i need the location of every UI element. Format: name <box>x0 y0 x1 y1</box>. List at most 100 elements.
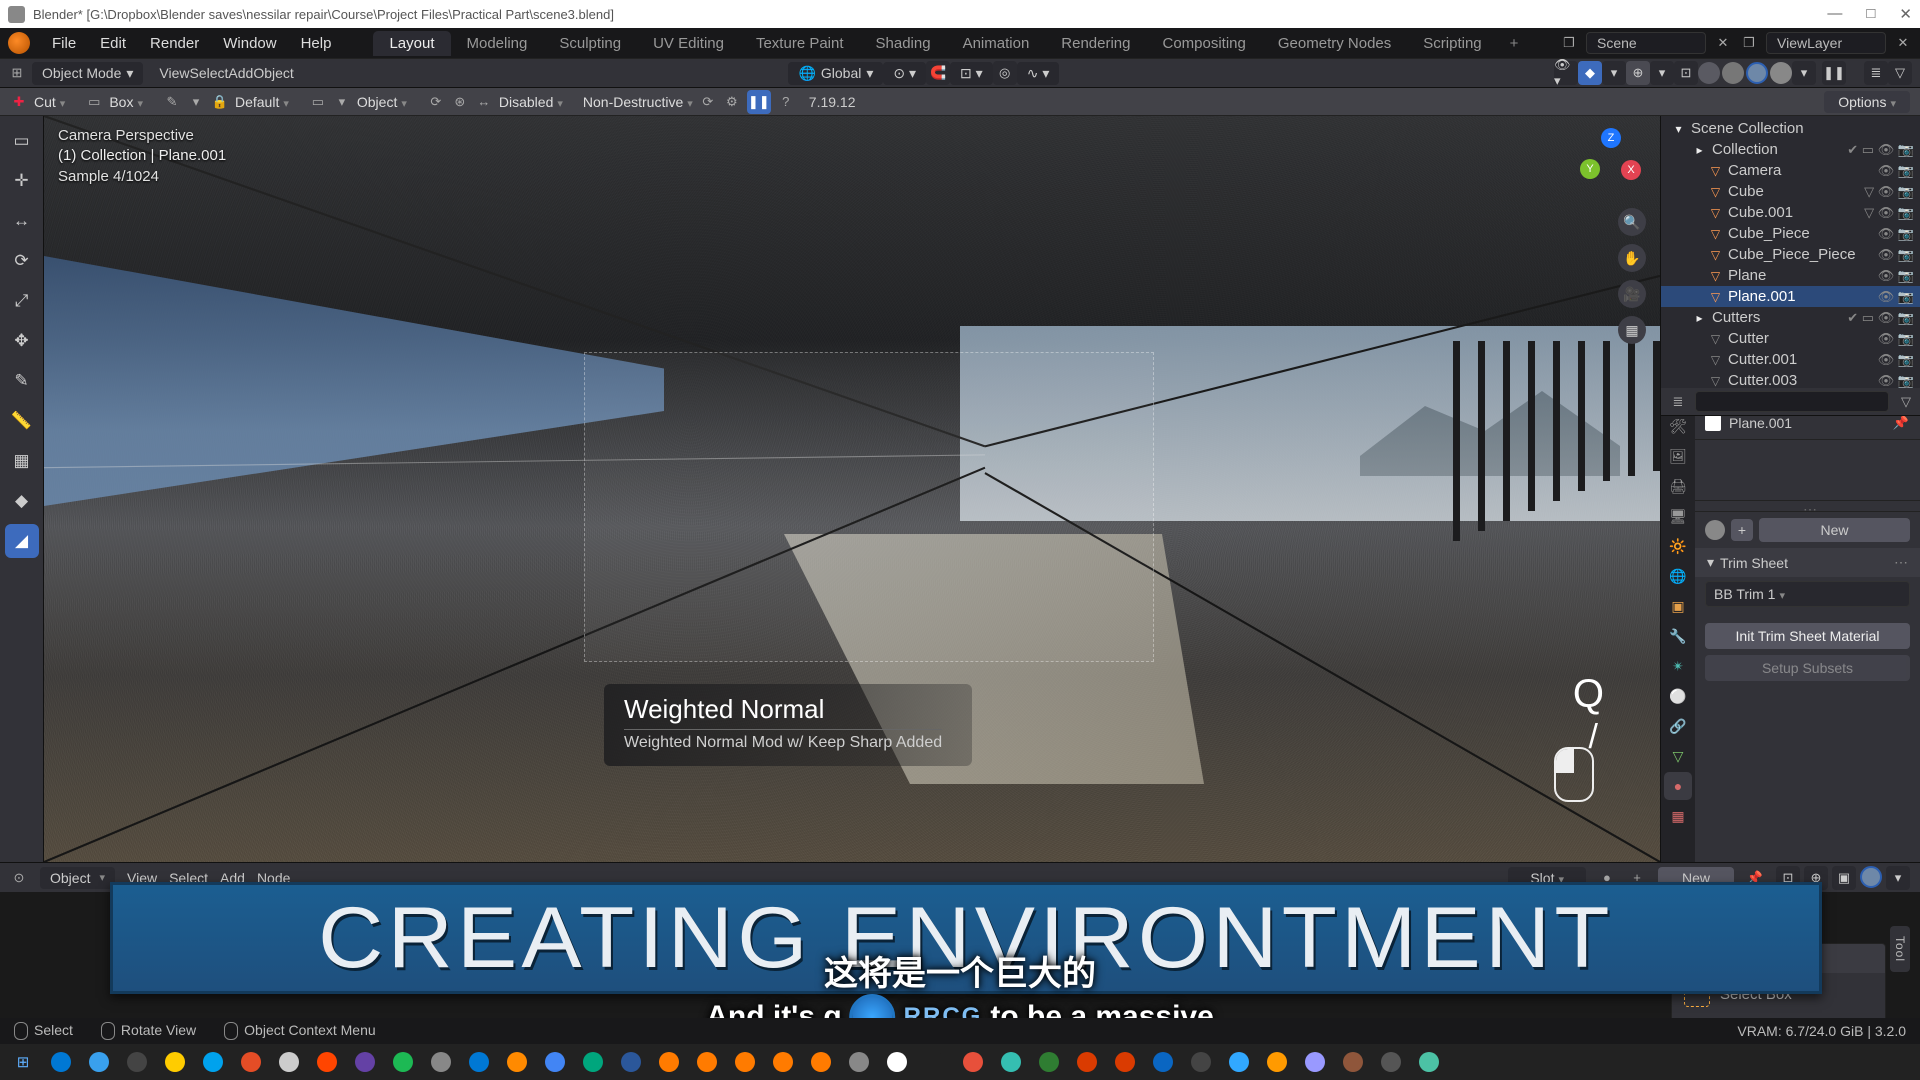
zoom-icon[interactable]: 🔍 <box>1618 208 1646 236</box>
add-workspace-button[interactable]: + <box>1498 31 1531 56</box>
taskbar-app-27[interactable] <box>1070 1047 1104 1077</box>
outliner-filter-icon[interactable]: ▽ <box>1888 61 1912 85</box>
panel-trim-sheet-header[interactable]: ▾ Trim Sheet ⋯ <box>1695 548 1920 577</box>
axis-x-icon[interactable]: X <box>1621 160 1641 180</box>
outliner-toggles[interactable]: 👁 📷 <box>1878 289 1914 305</box>
view-menu[interactable]: View <box>159 65 189 81</box>
tab-uv-editing[interactable]: UV Editing <box>637 31 740 56</box>
outliner-scene-collection[interactable]: ▾ Scene Collection <box>1661 118 1920 139</box>
start-button[interactable]: ⊞ <box>6 1047 40 1077</box>
camera-icon[interactable]: 🎥 <box>1618 280 1646 308</box>
panel-menu-icon[interactable]: ⋯ <box>1894 554 1908 571</box>
axis-z-icon[interactable]: Z <box>1601 128 1621 148</box>
object-menu[interactable]: Object <box>253 65 293 81</box>
taskbar-app-33[interactable] <box>1298 1047 1332 1077</box>
ptab-mesh[interactable]: ▽ <box>1664 742 1692 770</box>
tool-transform[interactable]: ✥ <box>5 324 39 358</box>
outliner-toggles[interactable]: ▽ 👁 📷 <box>1864 184 1914 200</box>
outliner-toggles[interactable]: 👁 📷 <box>1878 268 1914 284</box>
tool-hops[interactable]: ◆ <box>5 484 39 518</box>
tab-scripting[interactable]: Scripting <box>1407 31 1497 56</box>
bc-axis2-icon[interactable]: ▾ <box>333 93 351 111</box>
taskbar-app-10[interactable] <box>424 1047 458 1077</box>
taskbar-app-24[interactable] <box>956 1047 990 1077</box>
tab-animation[interactable]: Animation <box>947 31 1046 56</box>
tab-geometry-nodes[interactable]: Geometry Nodes <box>1262 31 1407 56</box>
bc-gear-icon[interactable]: ⚙ <box>723 93 741 111</box>
taskbar-app-36[interactable] <box>1412 1047 1446 1077</box>
shading-rendered[interactable] <box>1770 62 1792 84</box>
ptab-material[interactable]: ● <box>1664 772 1692 800</box>
taskbar-app-26[interactable] <box>1032 1047 1066 1077</box>
bc-help-icon[interactable]: ? <box>777 93 795 111</box>
tab-sculpting[interactable]: Sculpting <box>543 31 637 56</box>
npanel-tab-tool[interactable]: Tool <box>1890 926 1910 972</box>
taskbar-app-25[interactable] <box>994 1047 1028 1077</box>
shading-material[interactable] <box>1746 62 1768 84</box>
taskbar-app-29[interactable] <box>1146 1047 1180 1077</box>
menu-edit[interactable]: Edit <box>88 35 138 52</box>
outliner-toggles[interactable]: 👁 📷 <box>1878 226 1914 242</box>
bc-tool-icon[interactable]: ✚ <box>10 93 28 111</box>
overlay-options[interactable]: ▾ <box>1650 61 1674 85</box>
tool-annotate[interactable]: ✎ <box>5 364 39 398</box>
panel-grip-icon[interactable]: ⋯ <box>1803 501 1817 518</box>
viewport-3d[interactable]: Camera Perspective (1) Collection | Plan… <box>44 116 1660 862</box>
outliner-item-collection[interactable]: ▸Collection✔ ▭ 👁 📷 <box>1661 139 1920 160</box>
menu-help[interactable]: Help <box>289 35 344 52</box>
outliner-item-cube_piece[interactable]: ▽Cube_Piece👁 📷 <box>1661 223 1920 244</box>
taskbar-app-22[interactable] <box>880 1047 914 1077</box>
ptab-modifiers[interactable]: 🔧 <box>1664 622 1692 650</box>
taskbar-app-18[interactable] <box>728 1047 762 1077</box>
taskbar-app-11[interactable] <box>462 1047 496 1077</box>
taskbar-app-4[interactable] <box>196 1047 230 1077</box>
taskbar-app-2[interactable] <box>120 1047 154 1077</box>
orientation-dropdown[interactable]: 🌐 Global ▾ <box>788 62 883 85</box>
tab-shading[interactable]: Shading <box>860 31 947 56</box>
taskbar-app-8[interactable] <box>348 1047 382 1077</box>
proportional-mode[interactable]: ∿ ▾ <box>1017 62 1060 85</box>
outliner-item-cutter-001[interactable]: ▽Cutter.001👁 📷 <box>1661 349 1920 370</box>
ptab-render[interactable]: 🖼 <box>1664 442 1692 470</box>
tool-boxcutter[interactable]: ◢ <box>5 524 39 558</box>
shader-options-icon[interactable]: ▾ <box>1886 866 1910 890</box>
outliner-toggles[interactable]: ▽ 👁 📷 <box>1864 205 1914 221</box>
bc-mode[interactable]: Non-Destructive <box>583 94 693 110</box>
taskbar-app-0[interactable] <box>44 1047 78 1077</box>
shading-solid[interactable] <box>1722 62 1744 84</box>
init-trim-button[interactable]: Init Trim Sheet Material <box>1705 623 1910 649</box>
taskbar-app-9[interactable] <box>386 1047 420 1077</box>
tool-move[interactable]: ↔ <box>5 204 39 238</box>
shader-shade-icon[interactable] <box>1860 866 1882 888</box>
ptab-scene[interactable]: 🔆 <box>1664 532 1692 560</box>
shading-options[interactable]: ▾ <box>1792 61 1816 85</box>
pan-icon[interactable]: ✋ <box>1618 244 1646 272</box>
editor-type-shader-icon[interactable]: ⊙ <box>10 869 28 887</box>
taskbar-app-1[interactable] <box>82 1047 116 1077</box>
bc-pause-icon[interactable]: ❚❚ <box>747 90 771 114</box>
taskbar-app-32[interactable] <box>1260 1047 1294 1077</box>
trim-select[interactable]: BB Trim 1 <box>1705 581 1910 607</box>
tab-modeling[interactable]: Modeling <box>451 31 544 56</box>
bc-release-icon2[interactable]: ⊛ <box>451 93 469 111</box>
outliner-item-cube_piece_piece[interactable]: ▽Cube_Piece_Piece👁 📷 <box>1661 244 1920 265</box>
gizmo-toggle[interactable]: ◆ <box>1578 61 1602 85</box>
bc-draw-icon[interactable]: ✎ <box>163 93 181 111</box>
editor-type-icon[interactable]: ⊞ <box>8 64 26 82</box>
mode-dropdown[interactable]: Object Mode ▾ <box>32 62 143 85</box>
scene-browse-icon[interactable]: ❐ <box>1560 34 1578 52</box>
ptab-world[interactable]: 🌐 <box>1664 562 1692 590</box>
add-menu[interactable]: Add <box>228 65 253 81</box>
setup-subsets-button[interactable]: Setup Subsets <box>1705 655 1910 681</box>
shader-backdrop-icon[interactable]: ▣ <box>1832 866 1856 890</box>
taskbar-app-5[interactable] <box>234 1047 268 1077</box>
viewlayer-field[interactable]: ViewLayer <box>1766 32 1886 54</box>
outliner-mode-icon[interactable]: ≣ <box>1669 393 1687 407</box>
ptab-output[interactable]: 🖨 <box>1664 472 1692 500</box>
tool-addcube[interactable]: ▦ <box>5 444 39 478</box>
bc-target[interactable]: Object <box>357 94 407 110</box>
taskbar-app-23[interactable] <box>918 1047 952 1077</box>
taskbar-app-14[interactable] <box>576 1047 610 1077</box>
outliner-item-cube-001[interactable]: ▽Cube.001▽ 👁 📷 <box>1661 202 1920 223</box>
outliner-filter-icon2[interactable]: ▽ <box>1897 393 1915 407</box>
